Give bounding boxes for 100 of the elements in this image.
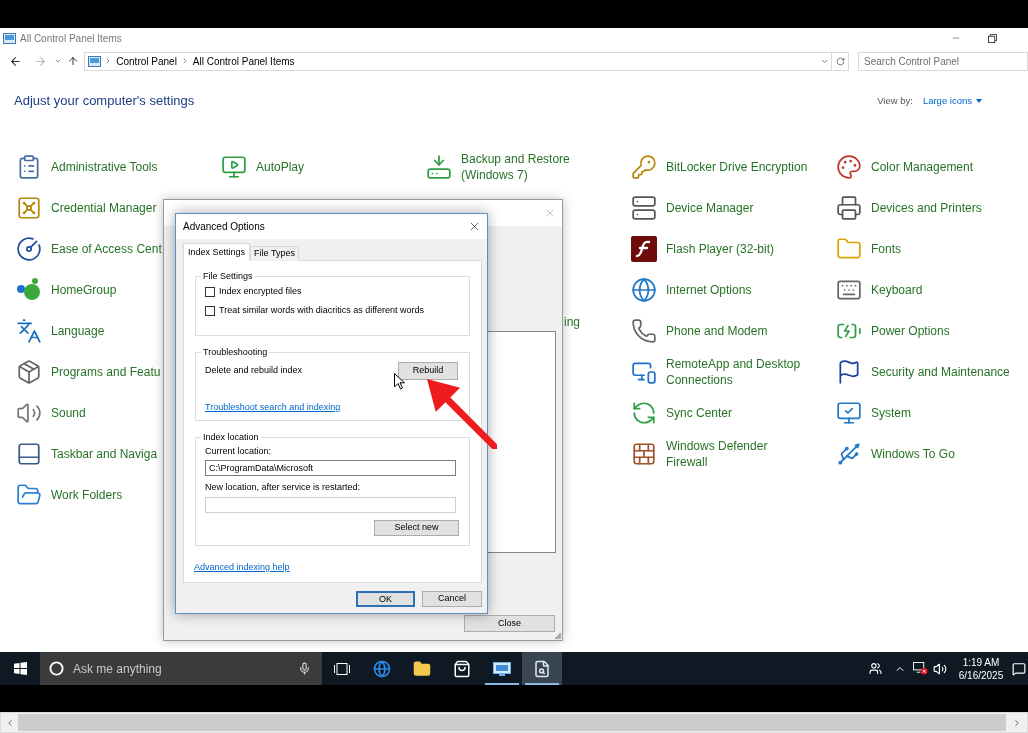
refresh-button[interactable]	[832, 51, 849, 71]
control-panel-link[interactable]: Flash Player (32-bit)	[666, 240, 775, 257]
mouse-cursor-icon	[394, 373, 405, 390]
task-view-icon	[334, 662, 350, 675]
drive-arrow-icon	[426, 153, 452, 180]
people-icon	[868, 662, 882, 675]
resize-grip-icon	[555, 633, 561, 639]
new-location-field[interactable]	[205, 497, 456, 513]
current-location-field[interactable]: C:\ProgramData\Microsoft	[205, 460, 456, 476]
back-arrow-icon	[9, 54, 23, 68]
control-panel-link[interactable]: Windows To Go	[871, 445, 955, 462]
group-label: Troubleshooting	[202, 347, 269, 358]
control-panel-link[interactable]: HomeGroup	[51, 281, 117, 298]
rebuild-button[interactable]: Rebuild	[398, 362, 458, 380]
view-mode-dropdown[interactable]: Large icons	[922, 93, 982, 109]
f-tile-icon	[631, 235, 657, 262]
close-window-button[interactable]: Close	[464, 615, 555, 632]
control-panel-link[interactable]: Credential Manager	[51, 199, 157, 216]
control-panel-link[interactable]: Backup and Restore (Windows 7)	[461, 150, 604, 183]
taskbar-icon	[16, 440, 42, 467]
control-panel-link[interactable]: Device Manager	[666, 199, 754, 216]
sync-icon	[631, 399, 657, 426]
network-error-icon	[912, 662, 928, 675]
control-panel-link[interactable]: BitLocker Drive Encryption	[666, 158, 808, 175]
taskbar-search-box[interactable]: Ask me anything	[40, 652, 322, 685]
palette-icon	[836, 153, 862, 180]
tab[interactable]: Index Settings	[183, 243, 251, 261]
close-icon	[544, 207, 556, 219]
globe-icon	[631, 276, 657, 303]
address-bar[interactable]: Control Panel All Control Panel Items	[84, 51, 833, 71]
control-panel-link[interactable]: Work Folders	[51, 486, 123, 503]
forward-arrow-icon	[34, 54, 48, 68]
ring-icon	[49, 661, 64, 676]
view-by-label: View by:	[877, 93, 913, 108]
control-panel-link[interactable]: Administrative Tools	[51, 158, 158, 175]
control-panel-link[interactable]: Phone and Modem	[666, 322, 768, 339]
control-panel-link[interactable]: Language	[51, 322, 105, 339]
control-panel-link[interactable]: Fonts	[871, 240, 901, 257]
folder-icon	[16, 481, 42, 508]
help-link[interactable]: Advanced indexing help	[194, 562, 290, 573]
folder-icon	[413, 659, 431, 678]
scrollbar-thumb[interactable]	[18, 714, 1006, 731]
monitor-icon	[493, 661, 511, 676]
breadcrumb-item[interactable]: All Control Panel Items	[191, 53, 296, 69]
control-panel-link[interactable]: Power Options	[871, 322, 950, 339]
search-input[interactable]: Ask me anything	[73, 659, 273, 678]
notifications-button[interactable]	[1012, 661, 1028, 676]
control-panel-link[interactable]: AutoPlay	[256, 158, 305, 175]
control-panel-link[interactable]: Keyboard	[871, 281, 923, 298]
globe-icon	[373, 659, 391, 678]
window-icon	[3, 32, 16, 44]
clock-date: 6/16/2025	[958, 668, 1004, 682]
dialog-button[interactable]: OK	[356, 591, 415, 607]
running-indicator	[485, 683, 519, 685]
control-panel-link[interactable]: Color Management	[871, 158, 974, 175]
caret-icon	[976, 99, 982, 103]
control-panel-link[interactable]: Sound	[51, 404, 86, 421]
control-panel-link[interactable]: Ease of Access Cent	[51, 240, 162, 257]
chevron-down-icon	[53, 57, 62, 65]
key-icon	[631, 153, 657, 180]
tab[interactable]: File Types	[250, 246, 299, 261]
control-panel-link[interactable]: Devices and Printers	[871, 199, 982, 216]
control-panel-link[interactable]: Programs and Featu	[51, 363, 161, 380]
clock[interactable]: 1:19 AM 6/16/2025	[954, 655, 1008, 682]
checkbox[interactable]	[205, 305, 215, 316]
taskbar-button[interactable]	[522, 652, 562, 685]
control-panel-link[interactable]: ing	[564, 314, 580, 330]
search-field[interactable]: Search Control Panel	[858, 51, 1028, 71]
four-panes-icon	[13, 662, 27, 675]
flag-icon	[836, 358, 862, 385]
breadcrumb-item[interactable]: Control Panel	[115, 53, 178, 69]
troubleshoot-link[interactable]: Troubleshoot search and indexing	[205, 402, 341, 413]
dialog-button[interactable]: Cancel	[422, 591, 482, 607]
network-button[interactable]	[910, 662, 930, 675]
refresh-icon	[835, 56, 845, 66]
close-button[interactable]	[468, 220, 481, 233]
control-panel-link[interactable]: Internet Options	[666, 281, 752, 298]
control-panel-link[interactable]: Windows Defender Firewall	[666, 437, 809, 470]
folder-icon	[836, 235, 862, 262]
window-icon	[88, 55, 102, 67]
close-icon	[468, 220, 481, 233]
safe-icon	[16, 194, 42, 221]
up-button[interactable]	[66, 54, 80, 68]
control-panel-link[interactable]: System	[871, 404, 911, 421]
checklist-icon	[16, 153, 42, 180]
control-panel-link[interactable]: Security and Maintenance	[871, 363, 1010, 380]
back-button[interactable]	[9, 54, 23, 68]
checkbox[interactable]	[205, 286, 215, 297]
dots-icon	[16, 276, 42, 303]
control-panel-link[interactable]: Taskbar and Naviga	[51, 445, 158, 462]
notification-icon	[1012, 661, 1026, 676]
group-label: Index location	[202, 432, 260, 443]
brick-wall-icon	[631, 440, 657, 467]
select-new-button[interactable]: Select new	[374, 520, 459, 536]
running-indicator	[525, 683, 559, 685]
control-panel-link[interactable]: Sync Center	[666, 404, 733, 421]
monitor-check-icon	[836, 399, 862, 426]
control-panel-link[interactable]: RemoteApp and Desktop Connections	[666, 355, 809, 388]
gauge-icon	[16, 235, 42, 262]
usb-icon	[836, 440, 862, 467]
